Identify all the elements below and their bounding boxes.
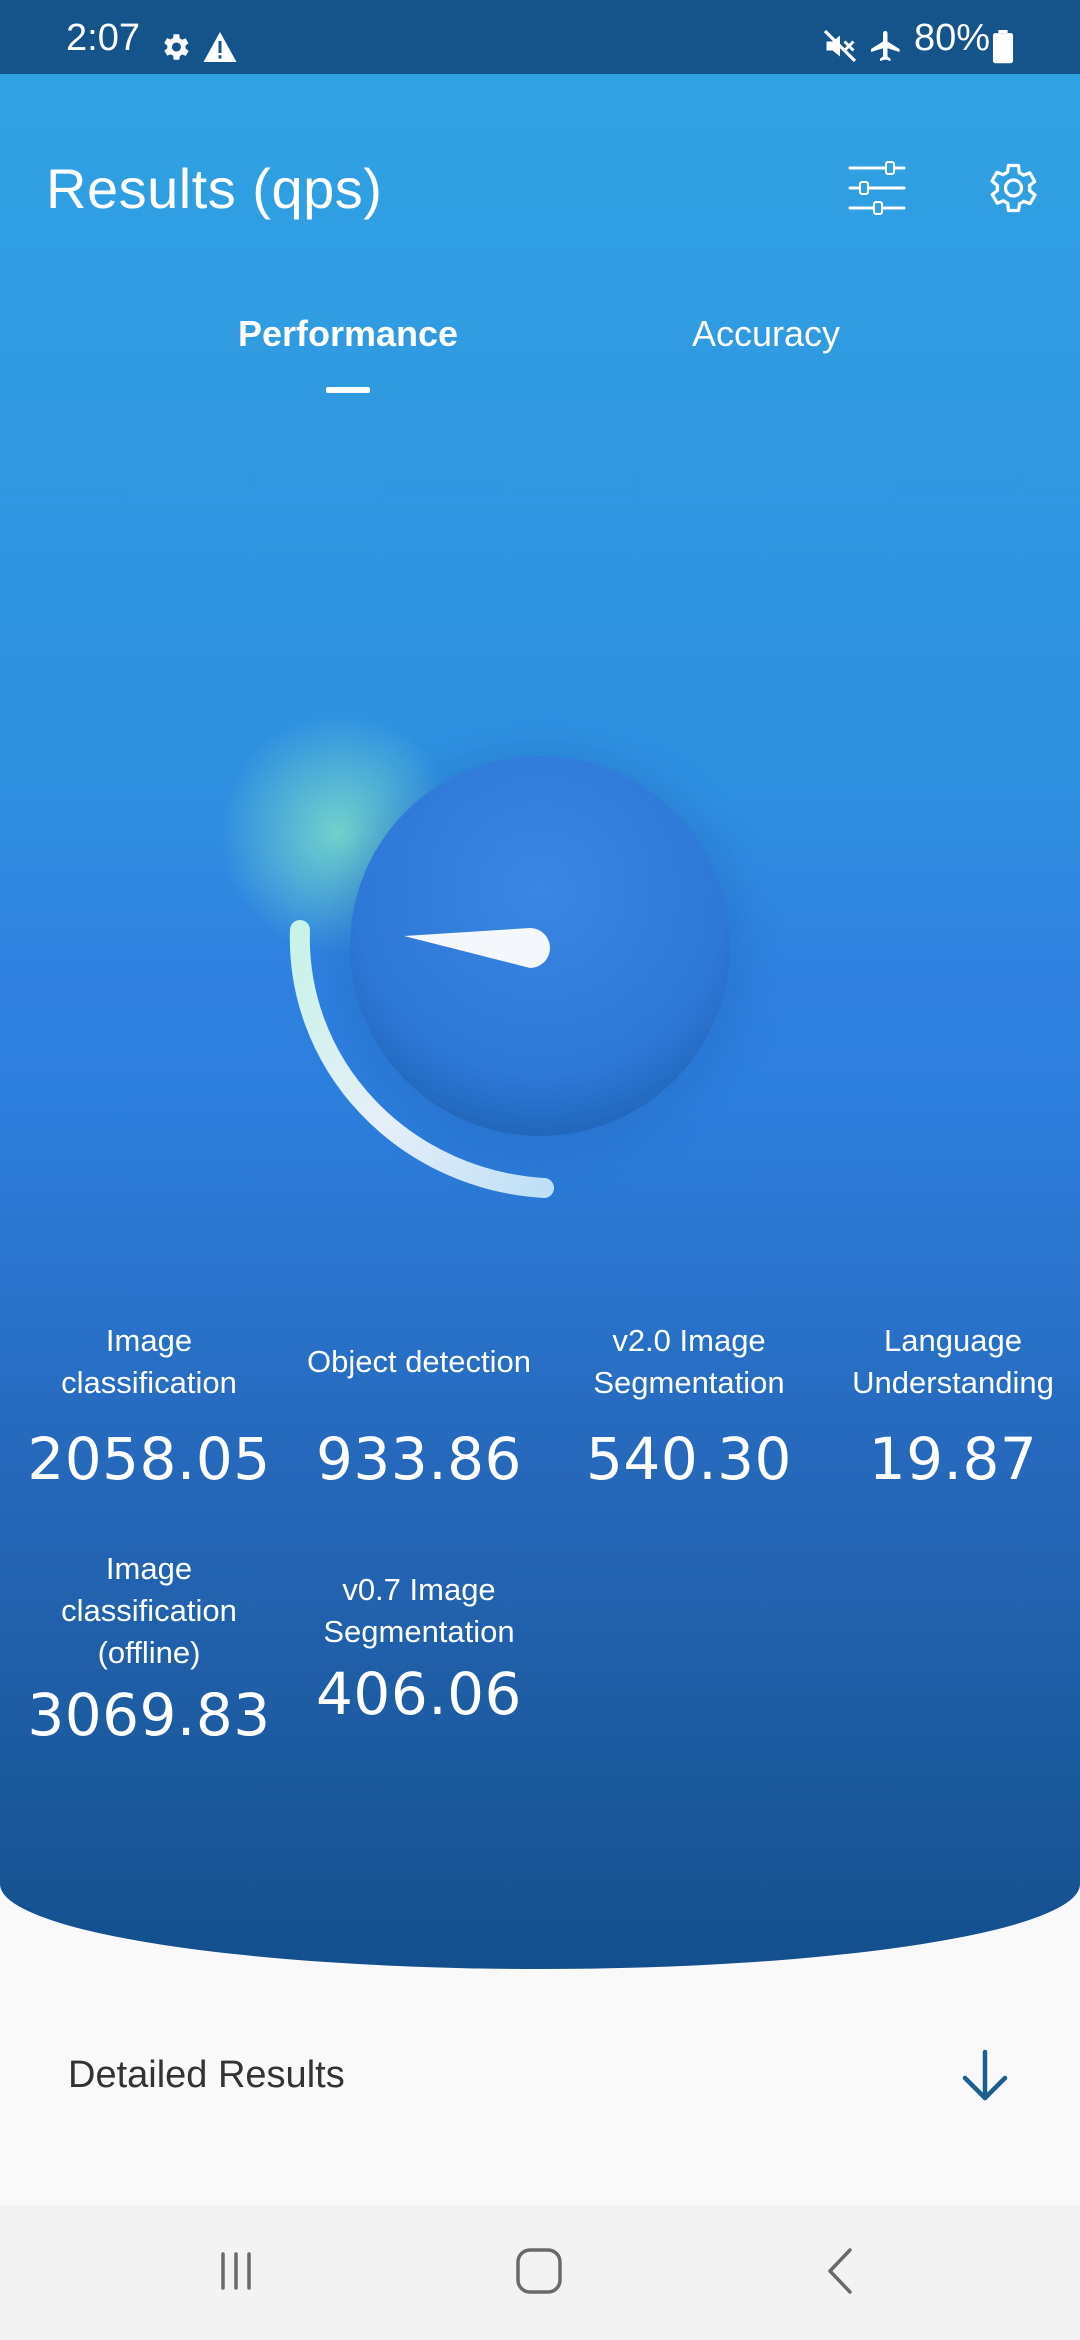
metric-image-classification-offline: Image classification (offline) 3069.83 bbox=[14, 1548, 284, 1750]
metric-value: 406.06 bbox=[316, 1660, 522, 1728]
tab-indicator bbox=[326, 387, 370, 393]
metric-label: Object detection bbox=[306, 1344, 532, 1379]
warning-icon bbox=[202, 30, 238, 69]
recents-button[interactable] bbox=[176, 2233, 296, 2313]
metric-value: 2058.05 bbox=[27, 1425, 271, 1493]
metric-label: v0.7 Image Segmentation bbox=[323, 1572, 515, 1649]
metric-value: 933.86 bbox=[316, 1425, 522, 1493]
metric-value: 540.30 bbox=[586, 1425, 792, 1493]
gear-icon bbox=[981, 158, 1041, 223]
metric-label: Language Understanding bbox=[852, 1323, 1054, 1400]
metric-v2-image-segmentation: v2.0 Image Segmentation 540.30 bbox=[554, 1320, 824, 1494]
performance-gauge bbox=[220, 674, 780, 1274]
results-screen: 2:07 80% Results (qps) Performance Accur… bbox=[0, 0, 1080, 2340]
tab-performance[interactable]: Performance bbox=[188, 304, 508, 364]
recents-icon bbox=[214, 2249, 258, 2298]
detailed-results-label: Detailed Results bbox=[68, 2054, 345, 2096]
back-button[interactable] bbox=[782, 2233, 902, 2313]
filter-button[interactable] bbox=[837, 150, 917, 230]
page-title: Results (qps) bbox=[46, 157, 383, 220]
status-bar: 2:07 80% bbox=[0, 0, 1080, 74]
battery-icon bbox=[992, 30, 1014, 69]
arrow-down-icon[interactable] bbox=[955, 2046, 1015, 2106]
mute-icon bbox=[822, 28, 858, 69]
metric-language-understanding: Language Understanding 19.87 bbox=[828, 1320, 1078, 1494]
metric-label: v2.0 Image Segmentation bbox=[593, 1323, 785, 1400]
metric-v07-image-segmentation: v0.7 Image Segmentation 406.06 bbox=[284, 1569, 554, 1729]
home-button[interactable] bbox=[479, 2233, 599, 2313]
tab-accuracy[interactable]: Accuracy bbox=[606, 304, 926, 364]
metric-label: Image classification (offline) bbox=[61, 1551, 237, 1670]
airplane-icon bbox=[868, 28, 904, 69]
system-navigation-bar bbox=[0, 2205, 1080, 2340]
back-icon bbox=[822, 2246, 862, 2301]
metric-image-classification: Image classification 2058.05 bbox=[14, 1320, 284, 1494]
battery-percent: 80% bbox=[914, 17, 991, 59]
gear-icon bbox=[158, 30, 192, 69]
metric-object-detection: Object detection 933.86 bbox=[284, 1341, 554, 1494]
settings-button[interactable] bbox=[971, 150, 1051, 230]
results-hero: Results (qps) Performance Accuracy Image… bbox=[0, 74, 1080, 1969]
sliders-icon bbox=[846, 160, 908, 221]
metric-value: 19.87 bbox=[868, 1425, 1038, 1493]
metric-label: Image classification bbox=[61, 1323, 237, 1400]
detailed-results-toggle[interactable]: Detailed Results bbox=[0, 2010, 1080, 2140]
status-time: 2:07 bbox=[66, 17, 140, 59]
home-icon bbox=[514, 2246, 564, 2301]
metric-value: 3069.83 bbox=[27, 1681, 271, 1749]
